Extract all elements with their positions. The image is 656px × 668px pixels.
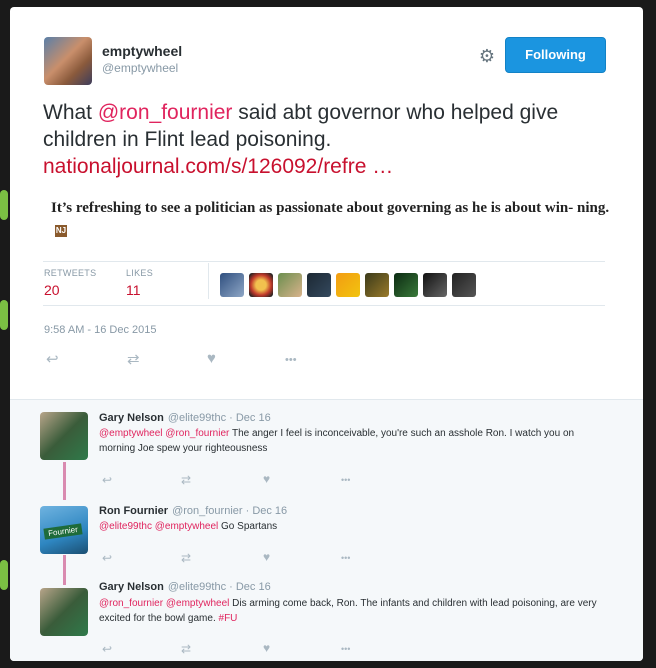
retweet-icon[interactable]: ⇄ xyxy=(181,642,191,656)
more-icon[interactable]: ••• xyxy=(341,644,350,654)
reply-text: @emptywheel @ron_fournier The anger I fe… xyxy=(99,426,609,456)
reply-mentions[interactable]: @emptywheel @ron_fournier xyxy=(99,428,229,439)
author-display-name[interactable]: emptywheel xyxy=(102,43,182,59)
reply-author[interactable]: Gary Nelson @elite99thc · Dec 16 xyxy=(99,412,271,424)
liker-avatar[interactable] xyxy=(249,273,273,297)
reply-hashtag[interactable]: #FU xyxy=(219,613,238,624)
reply-author[interactable]: Gary Nelson @elite99thc · Dec 16 xyxy=(99,581,271,593)
tweet-card: emptywheel @emptywheel ⚙ Following What … xyxy=(10,7,643,661)
gear-icon[interactable]: ⚙ xyxy=(476,45,498,67)
author-screen-name[interactable]: @emptywheel xyxy=(102,61,178,75)
reply-avatar[interactable] xyxy=(40,412,88,460)
tweet-url-link[interactable]: nationaljournal.com/s/126092/refre … xyxy=(43,155,393,178)
street-sign: Fournier xyxy=(43,523,83,540)
likes-label: LIKES xyxy=(126,268,154,278)
liker-avatar[interactable] xyxy=(336,273,360,297)
retweets-count[interactable]: 20 xyxy=(44,282,60,298)
liker-avatar[interactable] xyxy=(307,273,331,297)
reply-avatar[interactable] xyxy=(40,588,88,636)
reply-icon[interactable]: ↩ xyxy=(102,642,112,656)
link-card-text: It’s refreshing to see a politician as p… xyxy=(51,200,610,216)
more-icon[interactable]: ••• xyxy=(285,352,297,368)
reply-author-handle: @elite99thc · Dec 16 xyxy=(167,581,271,593)
tweet-text-prefix: What xyxy=(43,101,98,124)
retweets-label: RETWEETS xyxy=(44,268,97,278)
reply-author[interactable]: Ron Fournier @ron_fournier · Dec 16 xyxy=(99,505,287,517)
reply-author-handle: @ron_fournier · Dec 16 xyxy=(172,505,288,517)
reply-mentions[interactable]: @elite99thc @emptywheel xyxy=(99,521,218,532)
tweet-timestamp[interactable]: 9:58 AM - 16 Dec 2015 xyxy=(44,324,157,336)
replies-section: Gary Nelson @elite99thc · Dec 16 @emptywh… xyxy=(10,399,643,661)
author-avatar[interactable] xyxy=(44,37,92,85)
heart-icon[interactable]: ♥ xyxy=(263,641,270,655)
reply-author-name: Gary Nelson xyxy=(99,581,164,593)
background-leaf xyxy=(0,300,8,330)
liker-avatar[interactable] xyxy=(220,273,244,297)
divider xyxy=(43,261,605,262)
following-button[interactable]: Following xyxy=(505,37,606,73)
more-icon[interactable]: ••• xyxy=(341,553,350,563)
divider xyxy=(43,305,605,306)
reply-icon[interactable]: ↩ xyxy=(102,551,112,565)
reply-icon[interactable]: ↩ xyxy=(102,473,112,487)
background-leaf xyxy=(0,560,8,590)
liker-avatar[interactable] xyxy=(365,273,389,297)
heart-icon[interactable]: ♥ xyxy=(263,550,270,564)
stats-separator xyxy=(208,263,209,299)
heart-icon[interactable]: ♥ xyxy=(207,351,216,367)
likes-count[interactable]: 11 xyxy=(126,282,141,298)
reply-author-name: Gary Nelson xyxy=(99,412,164,424)
reply-text: @elite99thc @emptywheel Go Spartans xyxy=(99,519,609,534)
liker-avatar[interactable] xyxy=(423,273,447,297)
thread-connector xyxy=(63,462,66,500)
reply-avatar[interactable]: Fournier xyxy=(40,506,88,554)
reply-author-name: Ron Fournier xyxy=(99,505,169,517)
reply-text: @ron_fournier @emptywheel Dis arming com… xyxy=(99,596,609,626)
link-card-preview[interactable]: It’s refreshing to see a politician as p… xyxy=(51,197,611,241)
liker-avatar[interactable] xyxy=(452,273,476,297)
liker-avatar[interactable] xyxy=(278,273,302,297)
background-leaf xyxy=(0,190,8,220)
tweet-mention-link[interactable]: @ron_fournier xyxy=(98,101,233,124)
retweet-icon[interactable]: ⇄ xyxy=(181,473,191,487)
more-icon[interactable]: ••• xyxy=(341,475,350,485)
retweet-icon[interactable]: ⇄ xyxy=(181,551,191,565)
heart-icon[interactable]: ♥ xyxy=(263,472,270,486)
tweet-text: What @ron_fournier said abt governor who… xyxy=(43,99,613,180)
reply-mentions[interactable]: @ron_fournier @emptywheel xyxy=(99,598,229,609)
liker-avatar[interactable] xyxy=(394,273,418,297)
reply-author-handle: @elite99thc · Dec 16 xyxy=(167,412,271,424)
retweet-icon[interactable]: ⇄ xyxy=(127,352,140,368)
reply-body: Go Spartans xyxy=(218,521,278,532)
thread-connector xyxy=(63,555,66,585)
national-journal-logo: NJ xyxy=(55,224,67,237)
reply-icon[interactable]: ↩ xyxy=(46,352,59,368)
